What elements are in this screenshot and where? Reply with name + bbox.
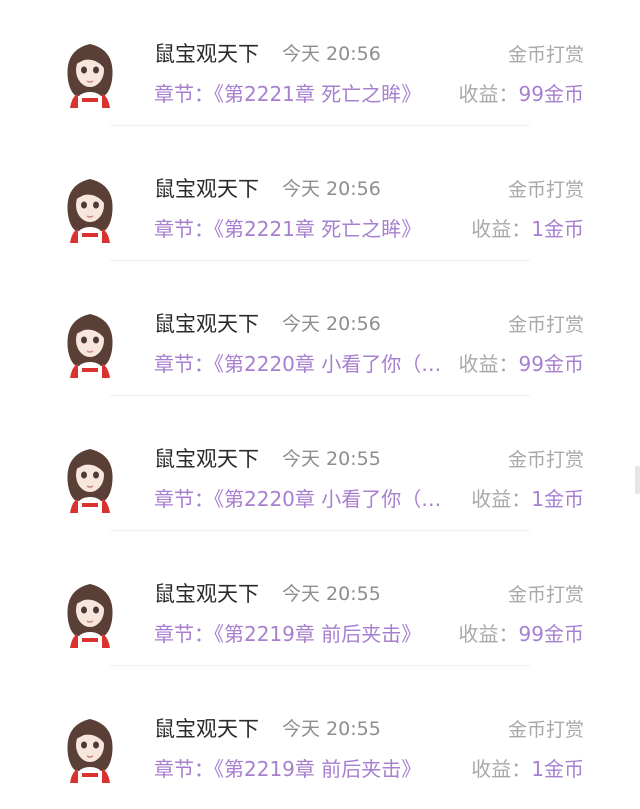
earning-label: 收益： xyxy=(458,622,519,646)
record-type: 金币打赏 xyxy=(507,179,584,201)
user-avatar-icon[interactable] xyxy=(64,40,116,108)
earning: 收益：99金币 xyxy=(454,78,584,107)
record-type: 金币打赏 xyxy=(507,314,584,336)
chapter-link[interactable]: 章节：《第2221章 死亡之眸》 xyxy=(154,78,454,107)
user-name[interactable]: 鼠宝观天下 xyxy=(154,38,259,68)
earning-label: 收益： xyxy=(471,757,532,781)
divider xyxy=(110,665,530,666)
divider xyxy=(110,530,530,531)
earning: 收益：99金币 xyxy=(454,618,584,647)
user-name[interactable]: 鼠宝观天下 xyxy=(154,713,259,743)
record-time: 今天 20:56 xyxy=(282,313,381,335)
list-item[interactable]: 鼠宝观天下 今天 20:56 金币打赏 章节：《第2220章 小看了你（… 收益… xyxy=(0,270,640,404)
earning-label: 收益： xyxy=(471,217,532,241)
chapter-link[interactable]: 章节：《第2220章 小看了你（… xyxy=(154,348,454,377)
chapter-link[interactable]: 章节：《第2219章 前后夹击》 xyxy=(154,753,454,782)
user-name[interactable]: 鼠宝观天下 xyxy=(154,578,259,608)
record-type: 金币打赏 xyxy=(507,449,584,471)
earning-value: 1金币 xyxy=(531,487,584,511)
earning: 收益：1金币 xyxy=(467,213,584,242)
earning-label: 收益： xyxy=(471,487,532,511)
list-item[interactable]: 鼠宝观天下 今天 20:55 金币打赏 章节：《第2219章 前后夹击》 收益：… xyxy=(0,540,640,674)
record-type: 金币打赏 xyxy=(507,584,584,606)
reward-record-list: 鼠宝观天下 今天 20:56 金币打赏 章节：《第2221章 死亡之眸》 收益：… xyxy=(0,0,640,796)
record-time: 今天 20:56 xyxy=(282,178,381,200)
user-avatar-icon[interactable] xyxy=(64,715,116,783)
user-name[interactable]: 鼠宝观天下 xyxy=(154,443,259,473)
divider xyxy=(110,395,530,396)
list-item[interactable]: 鼠宝观天下 今天 20:56 金币打赏 章节：《第2221章 死亡之眸》 收益：… xyxy=(0,135,640,269)
divider xyxy=(110,125,530,126)
chapter-link[interactable]: 章节：《第2219章 前后夹击》 xyxy=(154,618,454,647)
record-time: 今天 20:56 xyxy=(282,43,381,65)
earning-value: 1金币 xyxy=(531,757,584,781)
user-avatar-icon[interactable] xyxy=(64,175,116,243)
chapter-link[interactable]: 章节：《第2220章 小看了你（… xyxy=(154,483,454,512)
scrollbar[interactable] xyxy=(635,466,640,494)
earning: 收益：1金币 xyxy=(467,483,584,512)
earning: 收益：1金币 xyxy=(467,753,584,782)
record-time: 今天 20:55 xyxy=(282,583,381,605)
record-time: 今天 20:55 xyxy=(282,448,381,470)
record-time: 今天 20:55 xyxy=(282,718,381,740)
record-type: 金币打赏 xyxy=(507,44,584,66)
divider xyxy=(110,260,530,261)
list-item[interactable]: 鼠宝观天下 今天 20:56 金币打赏 章节：《第2221章 死亡之眸》 收益：… xyxy=(0,0,640,134)
user-avatar-icon[interactable] xyxy=(64,310,116,378)
earning-value: 99金币 xyxy=(518,352,584,376)
earning-value: 1金币 xyxy=(531,217,584,241)
earning: 收益：99金币 xyxy=(454,348,584,377)
chapter-link[interactable]: 章节：《第2221章 死亡之眸》 xyxy=(154,213,454,242)
user-name[interactable]: 鼠宝观天下 xyxy=(154,308,259,338)
user-avatar-icon[interactable] xyxy=(64,580,116,648)
record-type: 金币打赏 xyxy=(507,719,584,741)
earning-label: 收益： xyxy=(458,352,519,376)
list-item[interactable]: 鼠宝观天下 今天 20:55 金币打赏 章节：《第2219章 前后夹击》 收益：… xyxy=(0,675,640,809)
user-avatar-icon[interactable] xyxy=(64,445,116,513)
earning-value: 99金币 xyxy=(518,622,584,646)
user-name[interactable]: 鼠宝观天下 xyxy=(154,173,259,203)
list-item[interactable]: 鼠宝观天下 今天 20:55 金币打赏 章节：《第2220章 小看了你（… 收益… xyxy=(0,405,640,539)
earning-label: 收益： xyxy=(458,82,519,106)
earning-value: 99金币 xyxy=(518,82,584,106)
